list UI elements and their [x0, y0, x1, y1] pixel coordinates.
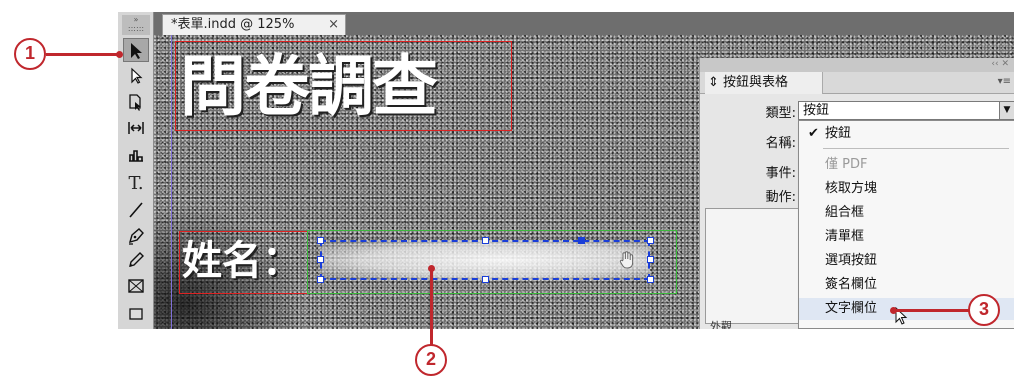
dropdown-option-checkbox[interactable]: 核取方塊 — [799, 178, 1014, 200]
selection-handle[interactable] — [482, 276, 489, 283]
indesign-window: »:::::: T. *表單.indd @ 125% × 問卷調查 姓名： ‹‹… — [118, 12, 1014, 329]
tab-buttons-and-forms[interactable]: ⇕ 按鈕與表格 — [705, 72, 823, 94]
selection-handle[interactable] — [647, 276, 654, 283]
dropdown-option-label: 選項按鈕 — [825, 253, 878, 268]
content-collector-icon[interactable] — [123, 142, 149, 166]
panel-tab-arrows-icon: ⇕ — [708, 75, 719, 90]
selection-tool-icon[interactable] — [123, 38, 149, 62]
appearance-label: 外觀 — [710, 320, 732, 329]
document-title-text: 問卷調查 — [180, 48, 438, 125]
direct-selection-tool-icon[interactable] — [123, 64, 149, 88]
dropdown-option-label: 僅 PDF — [825, 157, 868, 172]
action-label: 動作: — [765, 190, 796, 205]
document-tab[interactable]: *表單.indd @ 125% × — [162, 14, 346, 35]
dropdown-option-label: 核取方塊 — [825, 181, 878, 196]
document-tab-bar: *表單.indd @ 125% × — [154, 12, 1014, 35]
document-tab-title: *表單.indd @ 125% — [171, 17, 295, 32]
rectangle-tool-icon[interactable] — [123, 302, 149, 326]
event-label: 事件: — [765, 166, 796, 181]
hand-cursor-icon — [617, 249, 639, 271]
callout-1-dot — [116, 51, 123, 58]
gap-tool-icon[interactable] — [123, 116, 149, 140]
selection-handle[interactable] — [317, 237, 324, 244]
rectangle-frame-tool-icon[interactable] — [123, 274, 149, 298]
callout-3-dot — [890, 307, 897, 314]
selection-handle[interactable] — [317, 276, 324, 283]
dropdown-option-label: 文字欄位 — [825, 301, 878, 316]
panel-menu-icon[interactable]: ▾≡ — [998, 76, 1011, 87]
dropdown-option-list-box[interactable]: 清單框 — [799, 226, 1014, 248]
dropdown-option-label: 簽名欄位 — [825, 277, 878, 292]
panel-tab-label: 按鈕與表格 — [723, 75, 789, 90]
tools-panel: »:::::: T. — [118, 12, 154, 329]
name-label: 名稱: — [765, 136, 796, 151]
selection-handle[interactable] — [647, 237, 654, 244]
selection-handle[interactable] — [482, 237, 489, 244]
checkmark-icon: ✔ — [808, 126, 819, 141]
callout-1: 1 — [14, 38, 46, 70]
type-select-value: 按鈕 — [803, 103, 830, 118]
dropdown-option-radio-button[interactable]: 選項按鈕 — [799, 250, 1014, 272]
type-tool-icon[interactable]: T. — [123, 172, 149, 196]
dropdown-option-label: 清單框 — [825, 229, 865, 244]
type-select[interactable]: 按鈕 ▼ — [798, 101, 1014, 120]
dropdown-option-label: 組合框 — [825, 205, 865, 220]
dropdown-option-signature-field[interactable]: 簽名欄位 — [799, 274, 1014, 296]
callout-2-dot — [428, 265, 435, 272]
margin-guide-line — [171, 35, 172, 329]
tools-panel-grip[interactable]: »:::::: — [122, 15, 150, 35]
appearance-preview-box — [705, 208, 799, 324]
panel-collapse-bar[interactable]: ‹‹ ✕ — [700, 58, 1014, 72]
panel-tab-strip: ⇕ 按鈕與表格 ▾≡ — [700, 72, 1014, 94]
pen-tool-icon[interactable] — [123, 224, 149, 248]
line-tool-icon[interactable] — [123, 198, 149, 222]
dropdown-option-label: 按鈕 — [825, 126, 852, 141]
callout-3: 3 — [968, 294, 1000, 326]
chevron-down-icon[interactable]: ▼ — [999, 102, 1014, 119]
selected-text-field-frame[interactable] — [320, 240, 650, 280]
callout-2-leader — [430, 268, 433, 348]
selection-handle[interactable] — [647, 256, 654, 263]
anchor-handle[interactable] — [578, 237, 585, 244]
dropdown-option-pdf-only: 僅 PDF — [799, 154, 1014, 176]
name-label-text: 姓名： — [182, 238, 302, 284]
page-tool-icon[interactable] — [123, 90, 149, 114]
dropdown-option-button[interactable]: ✔ 按鈕 — [799, 123, 1014, 145]
callout-2: 2 — [415, 344, 447, 376]
type-label: 類型: — [765, 106, 796, 121]
callout-3-leader — [893, 309, 971, 312]
callout-1-leader — [46, 53, 120, 56]
dropdown-separator — [823, 148, 1009, 149]
close-tab-icon[interactable]: × — [328, 15, 339, 35]
pencil-tool-icon[interactable] — [123, 248, 149, 272]
buttons-and-forms-panel: ‹‹ ✕ ⇕ 按鈕與表格 ▾≡ 類型: 按鈕 ▼ 名稱: 事件: 動作: 外觀 … — [699, 58, 1014, 329]
selection-handle[interactable] — [317, 256, 324, 263]
dropdown-option-combo-box[interactable]: 組合框 — [799, 202, 1014, 224]
